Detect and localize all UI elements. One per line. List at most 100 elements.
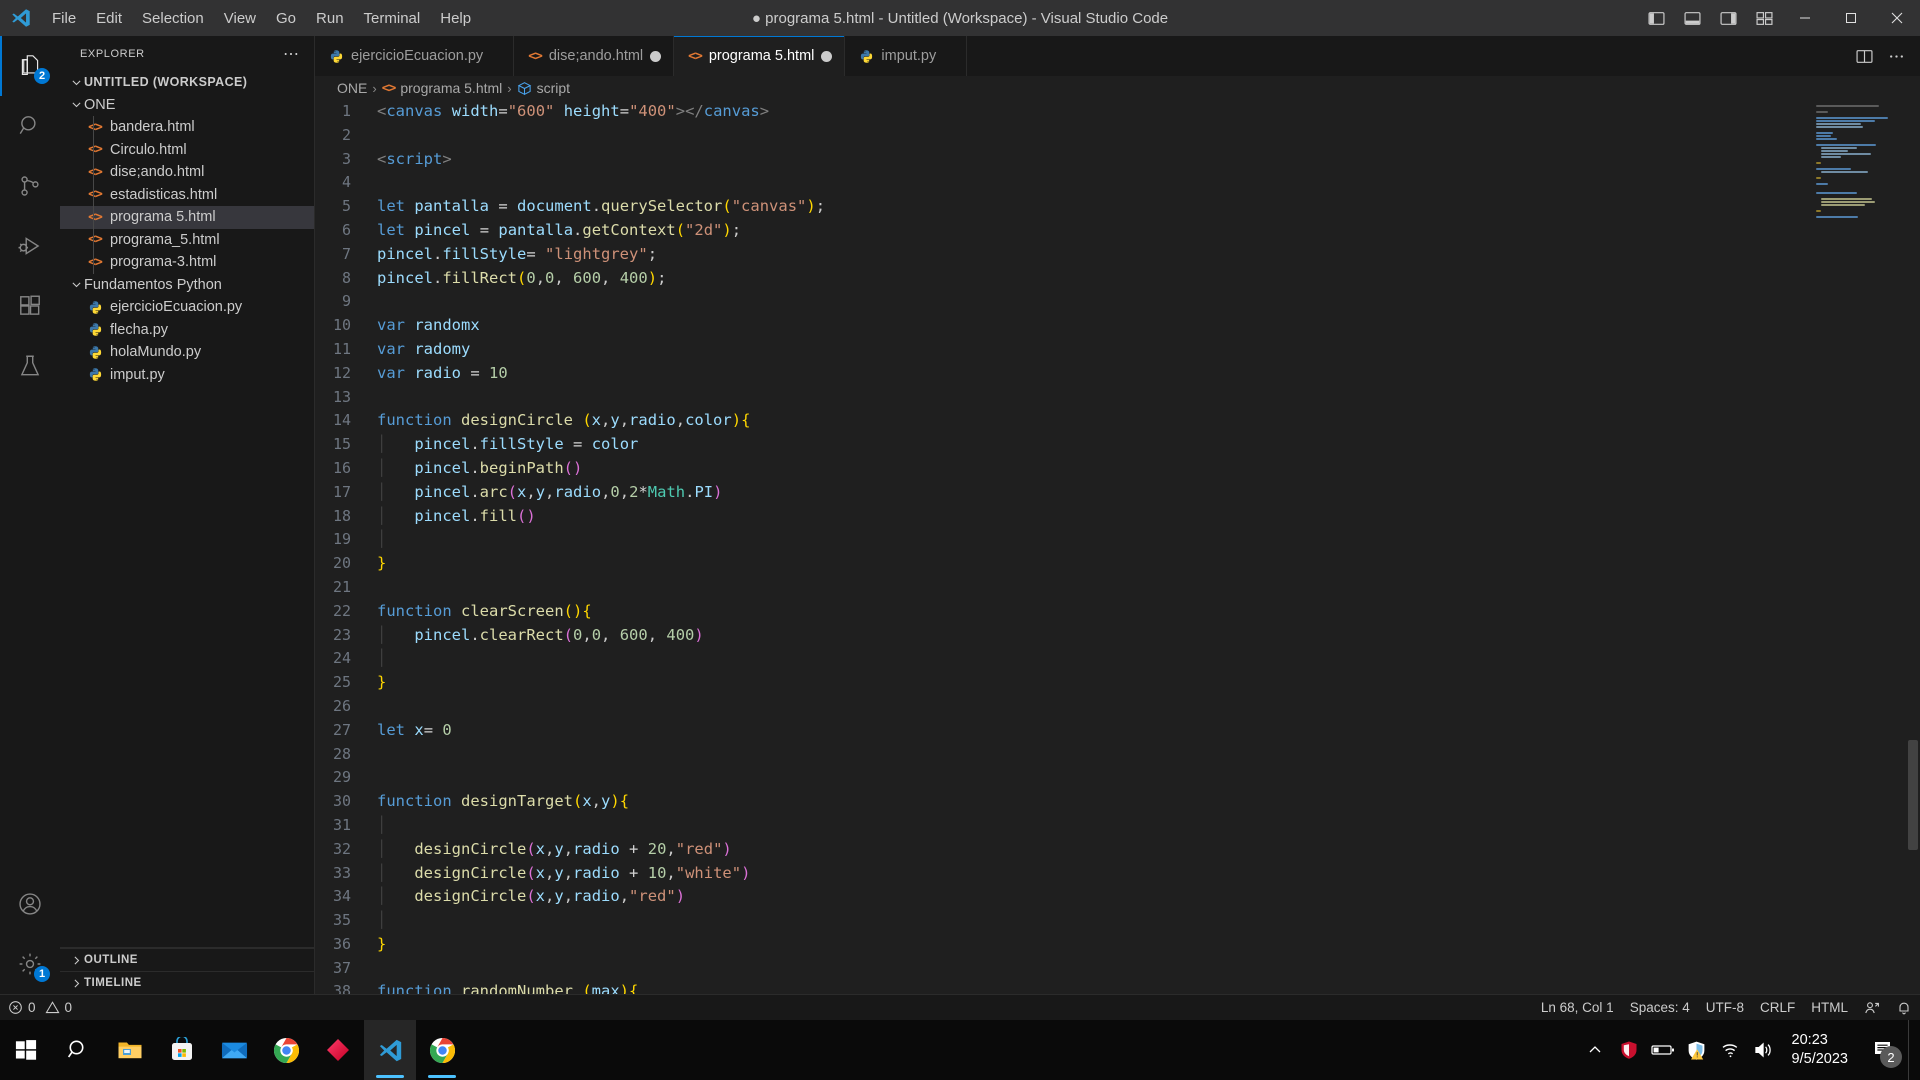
status-editor-eol[interactable]: CRLF [1752,995,1803,1021]
defender-warning-icon[interactable] [1680,1020,1714,1080]
tree-file-programa-5-html[interactable]: <> programa 5.html [60,206,314,229]
code-line[interactable]: 3 <script> [315,148,1810,172]
tree-file-imput-py[interactable]: imput.py [60,364,314,387]
code-line[interactable]: 6 let pincel = pantalla.getContext("2d"); [315,219,1810,243]
activity-item-extensions[interactable] [0,276,60,336]
tree-root-untitled-workspace[interactable]: UNTITLED (WORKSPACE) [60,71,314,94]
taskbar-microsoft-store-button[interactable] [156,1020,208,1080]
tree-folder-one[interactable]: ONE [60,94,314,117]
menu-go[interactable]: Go [266,6,306,31]
tab-programa-5-html[interactable]: <> programa 5.html [674,36,846,76]
tab-diseando-html[interactable]: <> dise;ando.html [514,36,675,76]
tab-dirty-indicator[interactable] [650,50,662,62]
code-line[interactable]: 26 [315,695,1810,719]
activity-item-search[interactable] [0,96,60,156]
toggle-primary-sidebar-icon[interactable] [1638,0,1674,36]
battery-icon[interactable] [1646,1020,1680,1080]
code-editor[interactable]: 1 <canvas width="600" height="400"></canv… [315,100,1810,994]
menu-view[interactable]: View [214,6,266,31]
breadcrumb-item-symbol-script[interactable]: script [517,80,570,96]
code-line[interactable]: 22 function clearScreen(){ [315,600,1810,624]
code-line[interactable]: 19 │ [315,528,1810,552]
code-line[interactable]: 24 │ [315,647,1810,671]
tree-file-circulo-html[interactable]: <> Circulo.html [60,138,314,161]
code-line[interactable]: 9 [315,290,1810,314]
code-line[interactable]: 35 │ [315,909,1810,933]
activity-item-explorer[interactable]: 2 [0,36,60,96]
tree-file-programa-3-html[interactable]: <> programa-3.html [60,251,314,274]
tree-file-bandera-html[interactable]: <> bandera.html [60,116,314,139]
minimap[interactable] [1810,100,1920,994]
activity-item-source-control[interactable] [0,156,60,216]
show-desktop-button[interactable] [1908,1020,1916,1080]
code-line[interactable]: 17 │ pincel.arc(x,y,radio,0,2*Math.PI) [315,481,1810,505]
code-line[interactable]: 10 var randomx [315,314,1810,338]
scrollbar-thumb[interactable] [1908,740,1918,850]
code-line[interactable]: 13 [315,386,1810,410]
code-line[interactable]: 1 <canvas width="600" height="400"></canv… [315,100,1810,124]
code-line[interactable]: 11 var radomy [315,338,1810,362]
more-actions-icon[interactable] [1882,42,1910,70]
menu-selection[interactable]: Selection [132,6,214,31]
code-line[interactable]: 37 [315,957,1810,981]
code-line[interactable]: 7 pincel.fillStyle= "lightgrey"; [315,243,1810,267]
code-line[interactable]: 34 │ designCircle(x,y,radio,"red") [315,885,1810,909]
taskbar-start-button[interactable] [0,1020,52,1080]
menu-run[interactable]: Run [306,6,354,31]
status-editor-language[interactable]: HTML [1803,995,1856,1021]
customize-layout-icon[interactable] [1746,0,1782,36]
wifi-icon[interactable] [1714,1020,1748,1080]
code-line[interactable]: 20} [315,552,1810,576]
file-tree[interactable]: UNTITLED (WORKSPACE) ONE <> bandera.html… [60,71,314,947]
code-line[interactable]: 2 [315,124,1810,148]
taskbar-file-explorer-button[interactable] [104,1020,156,1080]
status-notifications[interactable] [1888,995,1920,1021]
toggle-secondary-sidebar-icon[interactable] [1710,0,1746,36]
activity-item-accounts[interactable] [0,874,60,934]
menu-help[interactable]: Help [430,6,481,31]
code-line[interactable]: 4 [315,171,1810,195]
tab-imput-py[interactable]: imput.py [845,36,968,76]
tree-file-programa-5-underscore-html[interactable]: <> programa_5.html [60,228,314,251]
code-line[interactable]: 5 let pantalla = document.querySelector("… [315,195,1810,219]
tree-file-flecha-py[interactable]: flecha.py [60,319,314,342]
window-close-button[interactable] [1874,0,1920,36]
menu-edit[interactable]: Edit [86,6,132,31]
taskbar-chrome-button[interactable] [260,1020,312,1080]
tree-file-ejercicioecuacion-py[interactable]: ejercicioEcuacion.py [60,296,314,319]
tab-ejercicioEcuacion-py[interactable]: ejercicioEcuacion.py [315,36,515,76]
code-line[interactable]: 36} [315,933,1810,957]
taskbar-clock[interactable]: 20:23 9/5/2023 [1782,1031,1860,1069]
tree-file-holamundo-py[interactable]: holaMundo.py [60,341,314,364]
code-line[interactable]: 25} [315,671,1810,695]
panel-timeline[interactable]: TIMELINE [60,971,314,994]
volume-icon[interactable] [1748,1020,1782,1080]
code-line[interactable]: 27 let x= 0 [315,719,1810,743]
code-line[interactable]: 33 │ designCircle(x,y,radio + 10,"white") [315,862,1810,886]
code-line[interactable]: 18 │ pincel.fill() [315,505,1810,529]
menu-file[interactable]: File [42,6,86,31]
code-line[interactable]: 38 function randomNumber (max){ [315,980,1810,994]
tree-file-estadisticas-html[interactable]: <> estadisticas.html [60,183,314,206]
window-maximize-button[interactable] [1828,0,1874,36]
panel-outline[interactable]: OUTLINE [60,948,314,971]
menu-bar[interactable]: File Edit Selection View Go Run Terminal… [42,6,481,31]
code-line[interactable]: 29 [315,766,1810,790]
editor-vertical-scrollbar[interactable] [1906,100,1920,994]
tree-folder-fundamentos-python[interactable]: Fundamentos Python [60,274,314,297]
status-editor-indentation[interactable]: Spaces: 4 [1622,995,1698,1021]
code-line[interactable]: 28 [315,743,1810,767]
status-editor-encoding[interactable]: UTF-8 [1698,995,1752,1021]
code-line[interactable]: 12 var radio = 10 [315,362,1810,386]
taskbar-chrome-window-button[interactable] [416,1020,468,1080]
code-line[interactable]: 23 │ pincel.clearRect(0,0, 600, 400) [315,624,1810,648]
tab-dirty-indicator[interactable] [821,50,833,62]
code-line[interactable]: 15 │ pincel.fillStyle = color [315,433,1810,457]
editor-area[interactable]: 1 <canvas width="600" height="400"></canv… [315,100,1920,994]
code-line[interactable]: 8 pincel.fillRect(0,0, 600, 400); [315,267,1810,291]
status-live-share[interactable] [1856,995,1888,1021]
toggle-panel-icon[interactable] [1674,0,1710,36]
taskbar-vscode-button[interactable] [364,1020,416,1080]
code-line[interactable]: 21 [315,576,1810,600]
code-line[interactable]: 30 function designTarget(x,y){ [315,790,1810,814]
